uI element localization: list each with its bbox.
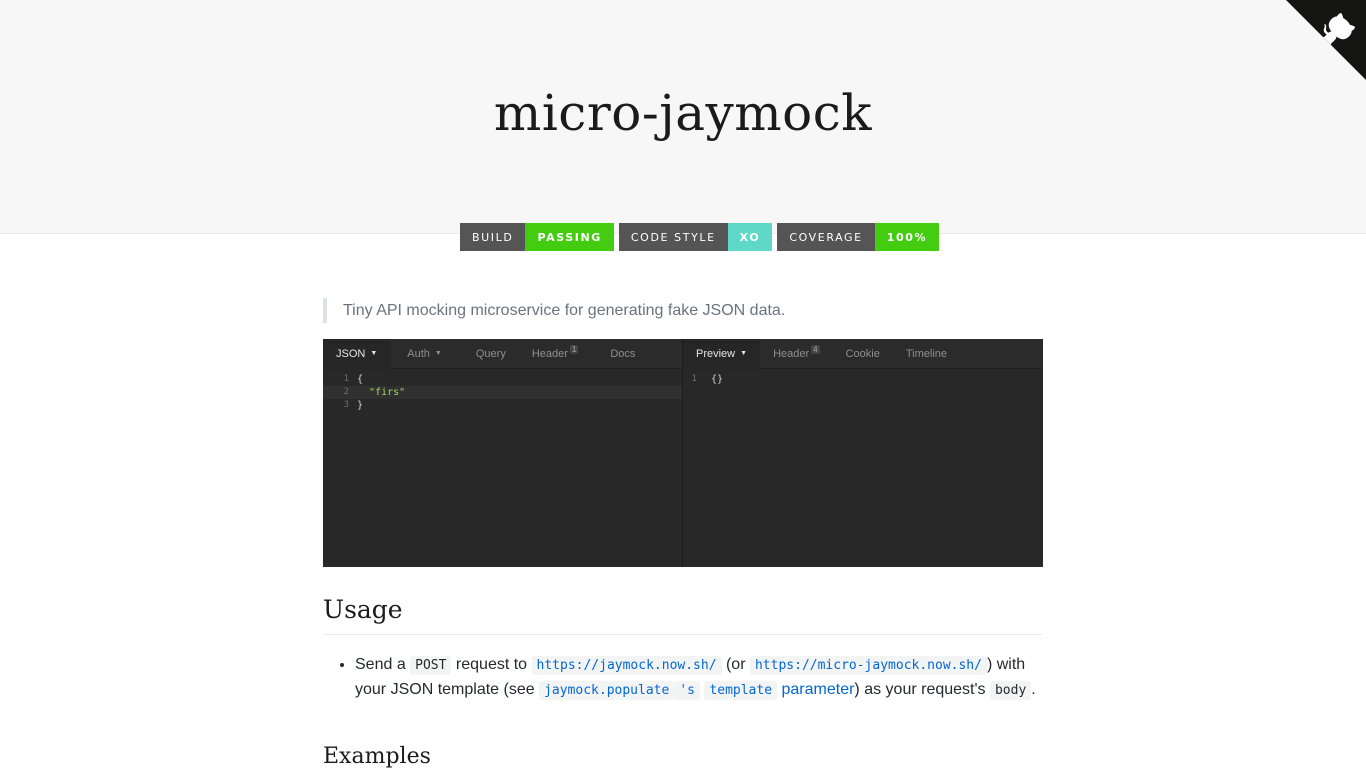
caret-down-icon: ▼ (370, 350, 378, 357)
request-pane: JSON ▼ Auth ▼ Query Header 1 Docs 1{ 2 "fir… (323, 338, 683, 567)
line-number: 1 (343, 374, 349, 384)
examples-heading: Examples (323, 744, 431, 768)
code-style-badge[interactable]: code style xo (618, 223, 773, 251)
tab-label: Header (773, 347, 810, 360)
badge-value: xo (727, 223, 773, 251)
caret-down-icon: ▼ (434, 350, 442, 357)
tab-label: Query (475, 347, 506, 360)
badge-key: code style (618, 223, 728, 251)
json-editor[interactable]: 1{ 2 "firs" 3} (323, 369, 682, 412)
text: ) as your request's (854, 681, 990, 698)
tab-header[interactable]: Header 1 (519, 339, 592, 369)
tab-label: JSON (336, 347, 366, 360)
description-quote: Tiny API mocking microservice for genera… (323, 298, 1043, 323)
header-count-badge: 1 (569, 345, 579, 354)
text: (or (721, 656, 750, 673)
badge-value: 100% (874, 223, 940, 251)
caret-down-icon: ▼ (740, 350, 748, 357)
tab-docs[interactable]: Docs (597, 339, 648, 369)
populate-template-link[interactable]: jaymock.populate's template parameter (539, 681, 855, 700)
line-number: 1 (691, 374, 697, 384)
request-tabs: JSON ▼ Auth ▼ Query Header 1 Docs (323, 338, 682, 369)
code-line: 2 "firs" (323, 386, 682, 399)
code-text: "firs" (357, 387, 406, 398)
badge-value: passing (525, 223, 614, 251)
tab-response-header[interactable]: Header 4 (760, 339, 833, 369)
badge-row: build passing code style xo coverage 100… (460, 223, 940, 251)
inline-code: https://micro-jaymock.now.sh/ (749, 656, 987, 675)
code-text: } (357, 400, 364, 411)
usage-section: Usage Send a POST request to https://jay… (323, 595, 1043, 703)
coverage-badge[interactable]: coverage 100% (777, 223, 940, 251)
inline-code: 's (674, 681, 700, 700)
tab-label: Cookie (845, 347, 880, 360)
tab-label: Auth (407, 347, 430, 360)
usage-heading: Usage (323, 595, 1043, 635)
hero-header: micro-jaymock (0, 0, 1366, 234)
tab-json[interactable]: JSON ▼ (323, 338, 391, 369)
usage-list: Send a POST request to https://jaymock.n… (323, 653, 1043, 703)
text: Send a (355, 656, 411, 673)
inline-code: jaymock.populate (539, 681, 675, 700)
demo-screenshot: JSON ▼ Auth ▼ Query Header 1 Docs 1{ 2 "fir… (323, 338, 1043, 567)
tab-label: Header (531, 347, 568, 360)
link-text: parameter (777, 681, 855, 698)
page-title: micro-jaymock (493, 84, 873, 142)
code-line: 1{ (323, 373, 682, 386)
tab-cookie[interactable]: Cookie (833, 339, 893, 369)
micro-jaymock-url-link[interactable]: https://micro-jaymock.now.sh/ (749, 656, 987, 675)
header-count-badge: 4 (811, 345, 820, 354)
json-preview: 1 {} (683, 369, 1043, 386)
text: request to (451, 656, 532, 673)
code-text: { (357, 374, 364, 385)
list-item: Send a POST request to https://jaymock.n… (355, 653, 1043, 703)
github-corner-link[interactable] (1286, 0, 1366, 80)
code-text: {} (711, 374, 724, 385)
build-badge[interactable]: build passing (460, 223, 614, 251)
tab-label: Timeline (905, 347, 948, 360)
tab-label: Preview (696, 347, 736, 360)
badge-key: build (460, 223, 526, 251)
tab-auth[interactable]: Auth ▼ (394, 339, 455, 369)
tab-timeline[interactable]: Timeline (893, 339, 960, 369)
github-octocat-icon (1286, 0, 1366, 80)
line-number: 2 (343, 387, 349, 397)
code-line: 3} (323, 399, 682, 412)
tab-preview[interactable]: Preview ▼ (683, 338, 761, 369)
tab-query[interactable]: Query (463, 339, 519, 369)
inline-code: body (989, 681, 1032, 700)
tab-label: Docs (610, 347, 636, 360)
text: . (1031, 681, 1036, 698)
line-number: 3 (343, 400, 349, 410)
jaymock-url-link[interactable]: https://jaymock.now.sh/ (531, 656, 722, 675)
inline-code: POST (410, 656, 452, 675)
inline-code: template (704, 681, 778, 700)
inline-code: https://jaymock.now.sh/ (531, 656, 722, 675)
badge-key: coverage (777, 223, 875, 251)
response-pane: Preview ▼ Header 4 Cookie Timeline 1 {} (683, 338, 1043, 567)
response-tabs: Preview ▼ Header 4 Cookie Timeline (683, 338, 1043, 369)
code-line: 1 {} (683, 373, 1043, 386)
